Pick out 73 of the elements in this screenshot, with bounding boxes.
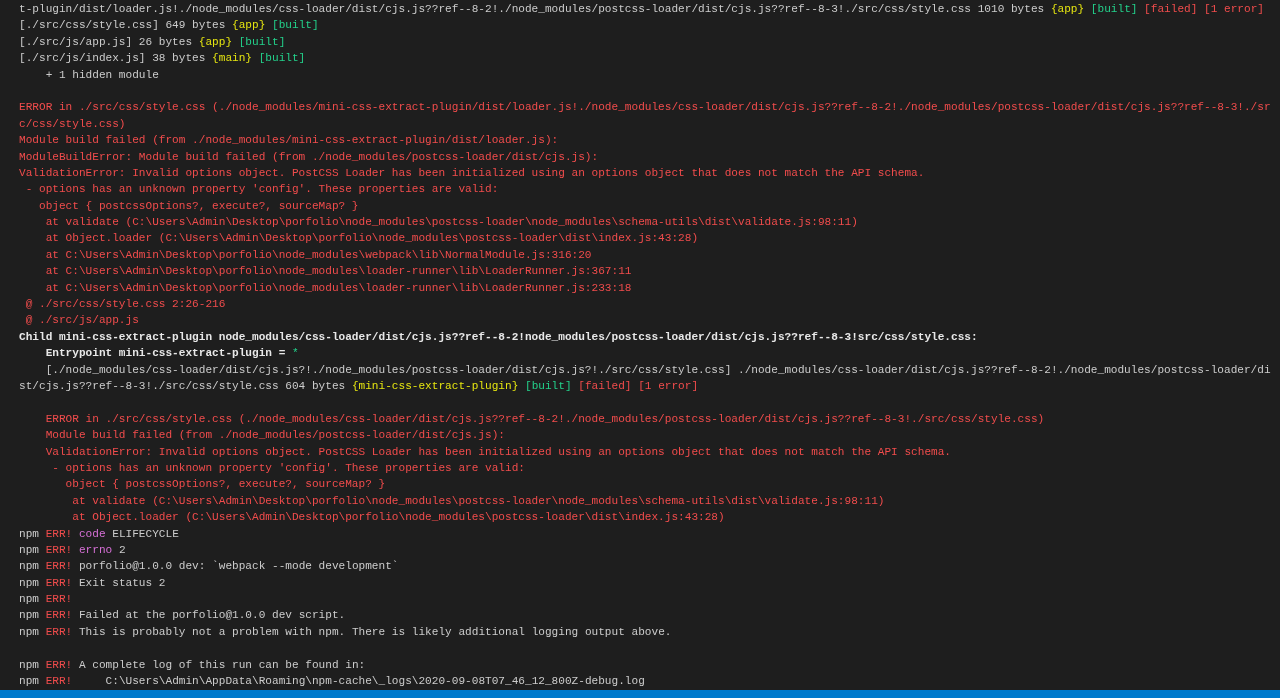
log-text: c/css/style.css) xyxy=(19,116,126,132)
log-text: @ ./src/css/style.css 2:26-216 xyxy=(24,297,226,313)
log-text: at C:\Users\Admin\Desktop\porfolio\node_modules\loader-runner\lib\LoaderRunner.js:233:18 xyxy=(44,280,632,296)
log-text: C:\Users\Admin\AppData\Roaming\npm-cache\_logs\2020-09-08T07_46_12_800Z-debug.log xyxy=(104,674,645,689)
log-text: at C:\Users\Admin\Desktop\porfolio\node_modules\loader-runner\lib\LoaderRunner.js:367:11 xyxy=(44,264,632,280)
log-text: at C:\Users\Admin\Desktop\porfolio\node_modules\webpack\lib\NormalModule.js:316:20 xyxy=(44,247,592,263)
log-text: ValidationError: Invalid options object. PostCSS Loader has been initialized using an options object that does not match the API schema. xyxy=(44,444,952,460)
log-text: {main} xyxy=(212,51,252,67)
log-text: Entrypoint mini-css-extract-plugin = xyxy=(44,346,286,362)
log-text: [built] xyxy=(238,34,286,50)
log-text: [failed] xyxy=(1144,2,1198,17)
log-text: * xyxy=(291,346,299,362)
log-text: porfolio@1.0.0 dev: `webpack --mode development` xyxy=(78,559,399,575)
log-text: Module build failed (from ./node_modules/postcss-loader/dist/cjs.js): xyxy=(44,428,505,444)
log-text: ELIFECYCLE xyxy=(112,526,179,542)
log-text: errno xyxy=(78,542,113,558)
log-text: [failed] xyxy=(578,379,632,394)
log-text: npm xyxy=(19,657,39,673)
log-text: - options has an unknown property 'config'. These properties are valid: xyxy=(51,460,525,476)
log-text: code xyxy=(78,526,106,542)
log-text: npm xyxy=(19,624,39,640)
log-text: at validate (C:\Users\Admin\Desktop\porfolio\node_modules\postcss-loader\node_modules\schema-utils\dist\validate.js:98:11) xyxy=(44,215,858,231)
log-text: ERR! xyxy=(45,608,73,624)
log-text: ERR! xyxy=(45,674,73,689)
log-text: 2 xyxy=(118,542,126,558)
log-text: ERR! xyxy=(45,624,73,640)
log-text: npm xyxy=(19,526,39,542)
log-text: - options has an unknown property 'config'. These properties are valid: xyxy=(24,182,499,198)
log-text: [1 error] xyxy=(1204,2,1264,17)
log-text: Failed at the porfolio@1.0.0 dev script. xyxy=(78,608,346,624)
log-text: at Object.loader (C:\Users\Admin\Desktop\porfolio\node_modules\postcss-loader\dist\index.js:43:28) xyxy=(44,231,699,247)
log-text: t-plugin/dist/loader.js!./node_modules/css-loader/dist/cjs.js??ref--8-2!./node_modules/postcss-loader/dist/cjs.js??ref--8-3!./src/css/style.css 1010 bytes xyxy=(19,2,1045,17)
log-text: npm xyxy=(19,542,39,558)
log-text: st/cjs.js??ref--8-3!./src/css/style.css 604 bytes xyxy=(19,379,346,394)
log-text: ERR! xyxy=(45,575,73,591)
log-text: at validate (C:\Users\Admin\Desktop\porfolio\node_modules\postcss-loader\node_modules\schema-utils\dist\validate.js:98:11) xyxy=(71,493,885,509)
log-text: npm xyxy=(19,559,39,575)
log-text: {app} xyxy=(198,34,233,50)
log-text: ValidationError: Invalid options object. PostCSS Loader has been initialized using an options object that does not match the API schema. xyxy=(19,165,925,181)
log-text: object { postcssOptions?, execute?, sourceMap? } xyxy=(37,198,359,214)
log-text: ERR! xyxy=(45,559,73,575)
log-text: ERR! xyxy=(45,526,73,542)
log-text: [built] xyxy=(1090,2,1138,17)
log-text: [built] xyxy=(272,18,319,34)
log-text: {app} xyxy=(232,18,266,34)
log-text: ERR! xyxy=(45,657,73,673)
log-text: A complete log of this run can be found in: xyxy=(78,657,366,673)
log-text: [built] xyxy=(258,51,306,67)
log-text: [1 error] xyxy=(638,379,699,394)
log-text: [./node_modules/css-loader/dist/cjs.js?!./node_modules/postcss-loader/dist/cjs.js?!./src/css/style.css] ./node_modules/css-loader/dist/cjs.js??ref--8-2!./node_modules/postcss-loader/di xyxy=(44,362,1271,378)
log-text: ERR! xyxy=(45,542,73,558)
log-text: + 1 hidden module xyxy=(44,67,159,83)
log-text: at Object.loader (C:\Users\Admin\Desktop\porfolio\node_modules\postcss-loader\dist\index.js:43:28) xyxy=(71,510,725,526)
log-text: [built] xyxy=(524,379,572,394)
log-text: ERR! xyxy=(45,592,73,608)
log-text: Module build failed (from ./node_modules/mini-css-extract-plugin/dist/loader.js): xyxy=(19,133,559,149)
log-text: Exit status 2 xyxy=(78,575,166,591)
log-text: @ ./src/js/app.js xyxy=(24,313,139,329)
log-text: [./src/css/style.css] 649 bytes xyxy=(19,18,226,34)
log-text: npm xyxy=(19,575,39,591)
log-text: Child mini-css-extract-plugin node_modules/css-loader/dist/cjs.js??ref--8-2!node_modules/postcss-loader/dist/cjs.js??ref--8-3!src/css/style.css: xyxy=(19,329,978,345)
log-text: ERROR in ./src/css/style.css (./node_modules/css-loader/dist/cjs.js??ref--8-2!./node_modules/postcss-loader/dist/cjs.js??ref--8-3!./src/css/style.css) xyxy=(44,411,1045,427)
log-text: ERROR in ./src/css/style.css (./node_modules/mini-css-extract-plugin/dist/loader.js!./node_modules/css-loader/dist/cjs.js??ref--8-2!./node_modules/postcss-loader/dist/cjs.js??ref--8-3!./sr xyxy=(19,100,1271,116)
log-text: npm xyxy=(19,608,39,624)
log-text: [./src/js/app.js] 26 bytes xyxy=(19,34,193,50)
log-text: {app} xyxy=(1050,2,1085,17)
log-text: {mini-css-extract-plugin} xyxy=(351,379,519,394)
log-text: npm xyxy=(19,674,39,689)
log-text: [./src/js/index.js] 38 bytes xyxy=(19,51,206,67)
log-text: object { postcssOptions?, execute?, sourceMap? } xyxy=(64,477,386,493)
log-text: ModuleBuildError: Module build failed (from ./node_modules/postcss-loader/dist/cjs.js): xyxy=(19,149,599,165)
log-text: This is probably not a problem with npm. There is likely additional logging output above. xyxy=(78,624,672,640)
log-text: npm xyxy=(19,592,39,608)
